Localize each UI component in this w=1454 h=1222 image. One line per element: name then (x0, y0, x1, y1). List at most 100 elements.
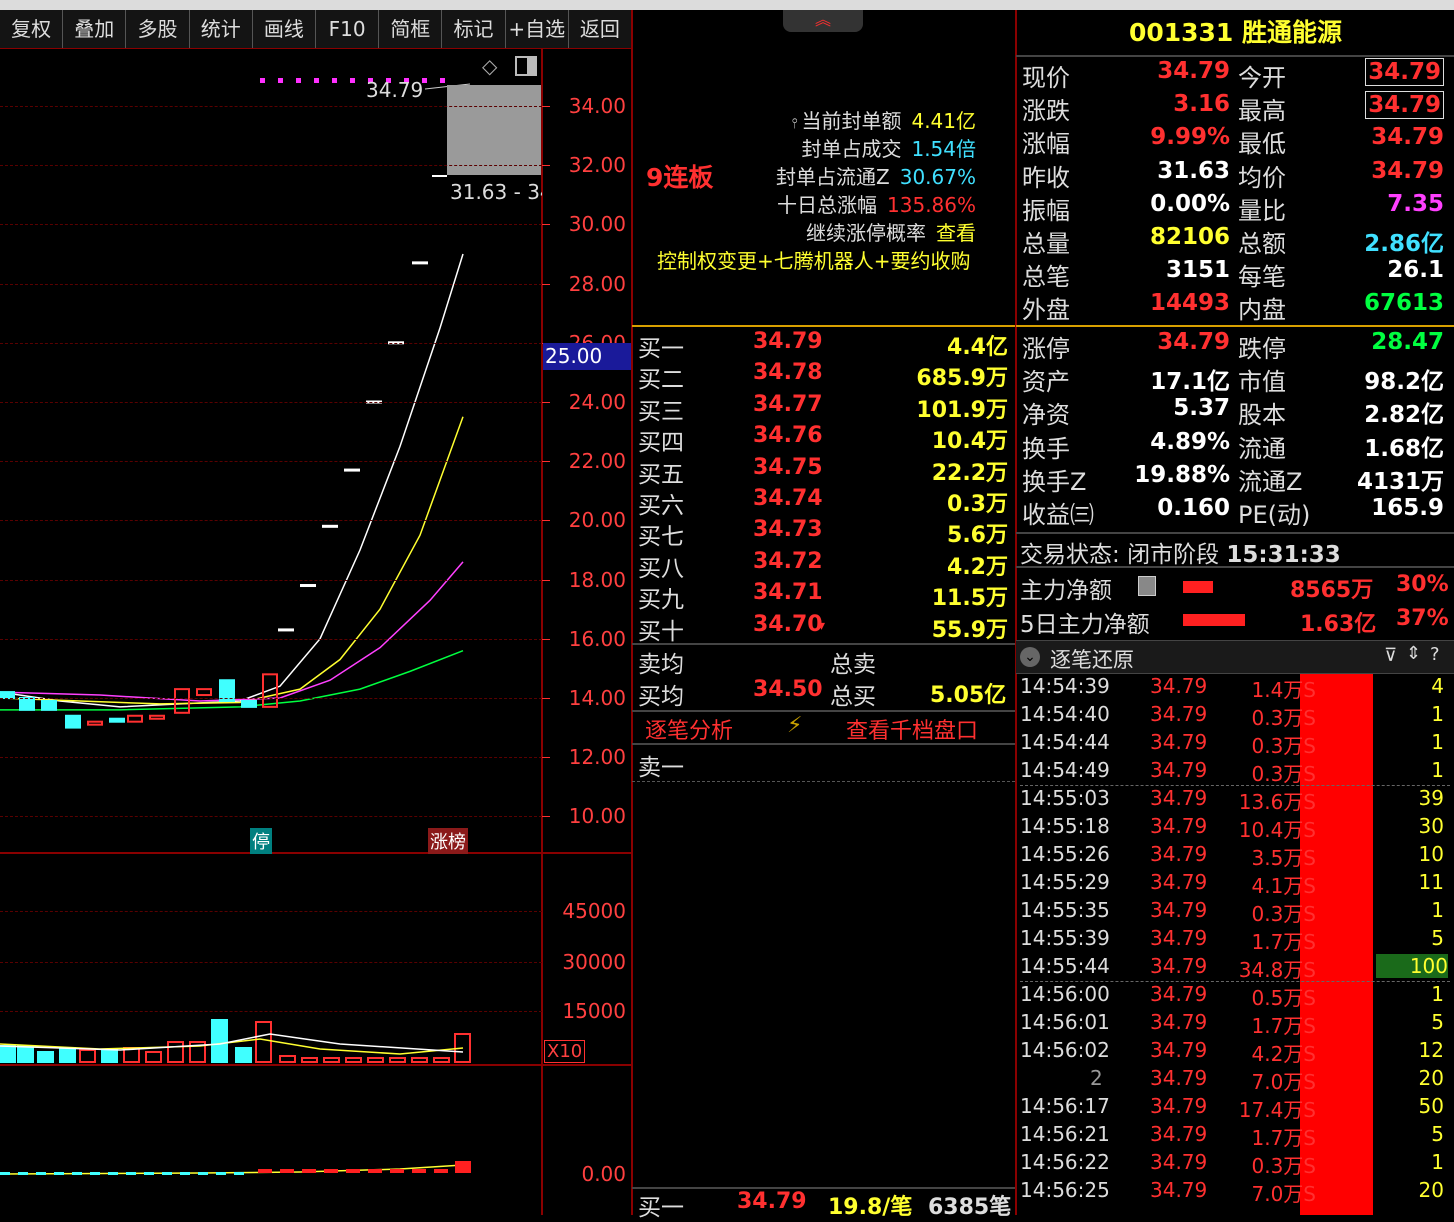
window-top-strip (0, 0, 1454, 10)
price-gridline (0, 224, 542, 226)
price-tick: 14.00 (568, 686, 626, 710)
info-label-1: 总量 (1022, 230, 1070, 258)
bid-price: 34.73 (753, 517, 823, 543)
tick-row[interactable]: 14:56:01 34.79 1.7万S 5 (1020, 1010, 1450, 1038)
seal-label: 当前封单额 (801, 109, 902, 133)
info-label-2: 流通 (1238, 434, 1286, 463)
sort-icon[interactable]: ⇕ (1406, 643, 1421, 664)
bid-label: 买二 (638, 367, 684, 394)
filter-icon[interactable]: ⊽ (1384, 645, 1397, 666)
toolbar-btn-3[interactable]: 统计 (190, 10, 253, 48)
info-value-1: 3.16 (1173, 91, 1230, 118)
price-gridline (0, 461, 542, 463)
price-tick: 30.00 (568, 212, 626, 237)
tick-price: 34.79 (1150, 870, 1208, 894)
bid-row[interactable]: 买七 34.73 5.6万 (638, 517, 1010, 550)
tick-row[interactable]: 14:55:39 34.79 1.7万S 5 (1020, 926, 1450, 954)
toolbar-btn-9[interactable]: 返回 (569, 10, 633, 48)
price-gridline (0, 283, 542, 285)
tab-depth-view[interactable]: 查看千档盘口 (846, 713, 978, 745)
bid-row[interactable]: 买六 34.74 0.3万 (638, 486, 1010, 519)
bid-row[interactable]: 买三 34.77 101.9万 (638, 392, 1010, 425)
tick-minute-separator (1020, 981, 1450, 982)
bid-row[interactable]: 买十 34.70 55.9万 ▾ (638, 612, 1010, 645)
kline-chart-area[interactable] (0, 49, 632, 854)
volume-bar (433, 1057, 450, 1063)
indicator-bar-pos (434, 1169, 448, 1173)
indicator-svg (0, 1161, 471, 1175)
tick-row[interactable]: 14:55:26 34.79 3.5万S 10 (1020, 842, 1450, 870)
seal-row[interactable]: 继续涨停概率 查看 (806, 217, 976, 246)
bid-row[interactable]: 买八 34.72 4.2万 (638, 549, 1010, 582)
main-net-doc-icon[interactable] (1138, 576, 1156, 596)
tick-row[interactable]: 14:54:40 34.79 0.3万S 1 (1020, 702, 1450, 730)
toolbar-btn-6[interactable]: 简框 (379, 10, 443, 48)
tick-row[interactable]: 2 34.79 7.0万S 20 (1020, 1066, 1450, 1094)
toolbar-btn-4[interactable]: 画线 (253, 10, 317, 48)
help-icon[interactable]: ? (1430, 644, 1440, 665)
info-label-2: 最高 (1238, 97, 1286, 126)
toolbar-btn-7[interactable]: 标记 (442, 10, 506, 48)
kline-svg (0, 78, 541, 729)
tick-row[interactable]: 14:55:35 34.79 0.3万S 1 (1020, 898, 1450, 926)
tick-row[interactable]: 14:54:44 34.79 0.3万S 1 (1020, 730, 1450, 758)
bid-row[interactable]: 买五 34.75 22.2万 (638, 455, 1010, 488)
price-tick-mark (542, 638, 550, 640)
lightning-icon[interactable]: ⚡ (787, 713, 802, 738)
volume-bar (145, 1051, 162, 1063)
tick-row[interactable]: 14:55:44 34.79 34.8万S 100 (1020, 954, 1450, 982)
limit-rank-badge[interactable]: 涨榜 (428, 828, 468, 854)
bid-label: 买八 (638, 555, 684, 582)
stock-title: 001331 胜通能源 (1017, 13, 1454, 53)
info-label-1: 涨幅 (1022, 130, 1070, 159)
bid-volume: 10.4万 (931, 429, 1008, 455)
tick-order-count: 5 (1431, 926, 1444, 950)
diamond-icon[interactable]: ◇ (482, 54, 497, 78)
tick-row[interactable]: 14:55:03 34.79 13.6万S 39 (1020, 785, 1450, 814)
kline-candle (196, 688, 212, 697)
panel-toggle-icon[interactable] (515, 56, 537, 76)
tick-row[interactable]: 14:55:29 34.79 4.1万S 11 (1020, 870, 1450, 898)
concept-tags[interactable]: 控制权变更+七腾机器人+要约收购 (657, 245, 971, 274)
seal-row: ⫯ 当前封单额 4.41亿 (791, 105, 976, 134)
seal-value: 1.54倍 (911, 137, 976, 161)
tick-row[interactable]: 14:56:25 34.79 7.0万S 20 (1020, 1178, 1450, 1206)
toolbar-btn-2[interactable]: 多股 (126, 10, 190, 48)
tick-row[interactable]: 14:56:17 34.79 17.4万S 50 (1020, 1094, 1450, 1122)
tick-row[interactable]: 14:56:21 34.79 1.7万S 5 (1020, 1122, 1450, 1150)
volume-bar (301, 1057, 318, 1063)
tick-time: 14:55:03 (1020, 786, 1110, 810)
bid-row[interactable]: 买二 34.78 685.9万 (638, 360, 1010, 394)
tick-row[interactable]: 14:56:00 34.79 0.5万S 1 (1020, 981, 1450, 1010)
collapse-circle-icon[interactable]: ⌄ (1020, 647, 1040, 667)
tick-row[interactable]: 14:55:18 34.79 10.4万S 30 (1020, 814, 1450, 842)
toolbar-btn-8[interactable]: +自选 (506, 10, 569, 48)
middle-left-divider (631, 10, 633, 1215)
toolbar-btn-0[interactable]: 复权 (0, 10, 64, 48)
tick-row[interactable]: 14:54:39 34.79 1.4万S 4 (1020, 674, 1450, 702)
tick-row[interactable]: 14:56:02 34.79 4.2万S 12 (1020, 1038, 1450, 1066)
tab-tick-analysis[interactable]: 逐笔分析 (645, 713, 733, 745)
info-label-1: 昨收 (1022, 163, 1070, 192)
stop-badge[interactable]: 停 (250, 828, 272, 854)
tick-time: 14:56:17 (1020, 1094, 1110, 1118)
tick-row[interactable]: 14:54:49 34.79 0.3万S 1 (1020, 758, 1450, 786)
volume-bar (211, 1019, 228, 1063)
bid-row[interactable]: 买一 34.79 4.4亿 (638, 329, 1010, 362)
price-gridline (0, 106, 542, 107)
collapse-tab[interactable]: ︽ (783, 10, 863, 32)
tick-price: 34.79 (1150, 730, 1208, 754)
price-gridline (0, 638, 542, 640)
info-row: 净资 5.37 股本 2.82亿 (1016, 395, 1454, 429)
info-value-1: 14493 (1149, 290, 1230, 317)
tick-row[interactable]: 14:56:22 34.79 0.3万S 1 (1020, 1150, 1450, 1178)
bid-row[interactable]: 买九 34.71 11.5万 (638, 580, 1010, 613)
bid-row[interactable]: 买四 34.76 10.4万 (638, 423, 1010, 456)
volume-gridline (0, 962, 542, 963)
info-value-1: 34.79 (1157, 58, 1230, 84)
toolbar-btn-1[interactable]: 叠加 (63, 10, 127, 48)
main-net-bar (1183, 581, 1213, 593)
toolbar-btn-5[interactable]: F10 (316, 10, 380, 48)
tick-price: 34.79 (1150, 1178, 1208, 1202)
price-tick-mark (542, 579, 550, 581)
